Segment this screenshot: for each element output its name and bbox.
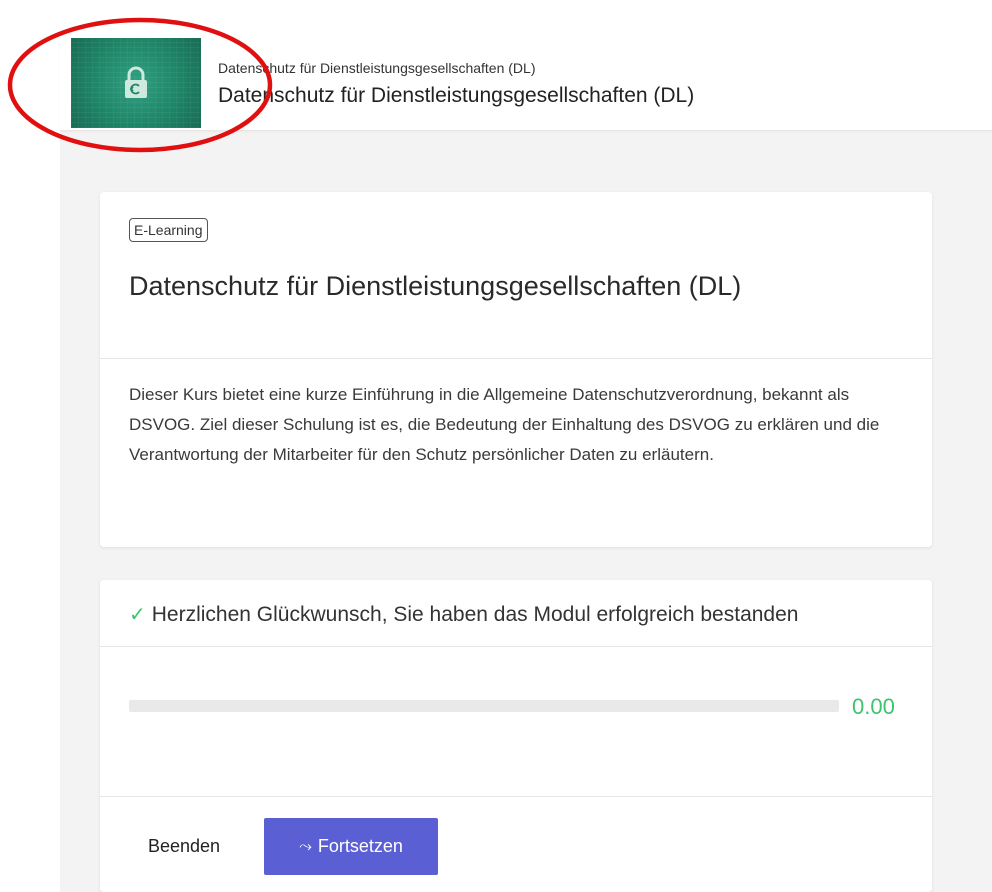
success-message: ✓ Herzlichen Glückwunsch, Sie haben das M… bbox=[129, 602, 798, 627]
page: Datenschutz für Dienstleistungsgesellsch… bbox=[0, 0, 992, 892]
course-header: Datenschutz für Dienstleistungsgesellsch… bbox=[60, 38, 992, 131]
course-title: Datenschutz für Dienstleistungsgesellsch… bbox=[129, 271, 742, 301]
success-message-text: Herzlichen Glückwunsch, Sie haben das Mo… bbox=[151, 603, 799, 626]
course-thumbnail[interactable] bbox=[71, 38, 201, 128]
course-info-card: E-Learning Datenschutz für Dienstleistun… bbox=[100, 192, 932, 547]
course-type-tag: E-Learning bbox=[129, 218, 208, 242]
result-card: ✓ Herzlichen Glückwunsch, Sie haben das M… bbox=[100, 580, 932, 892]
card-divider bbox=[100, 358, 932, 359]
end-button[interactable]: Beenden bbox=[148, 836, 220, 857]
continue-button-label: Fortsetzen bbox=[317, 836, 403, 856]
lock-icon bbox=[125, 66, 147, 98]
course-description: Dieser Kurs bietet eine kurze Einführung… bbox=[129, 385, 880, 464]
check-icon: ✓ bbox=[129, 604, 146, 626]
result-divider bbox=[100, 646, 932, 647]
continue-button[interactable]: ⤳ Fortsetzen bbox=[264, 818, 438, 875]
header-subtitle: Datenschutz für Dienstleistungsgesellsch… bbox=[218, 60, 536, 76]
progress-bar bbox=[129, 700, 839, 712]
progress-value: 0.00 bbox=[852, 694, 895, 719]
header-title: Datenschutz für Dienstleistungsgesellsch… bbox=[218, 84, 695, 107]
resume-icon: ⤳ bbox=[299, 837, 312, 855]
actions-divider bbox=[100, 796, 932, 797]
